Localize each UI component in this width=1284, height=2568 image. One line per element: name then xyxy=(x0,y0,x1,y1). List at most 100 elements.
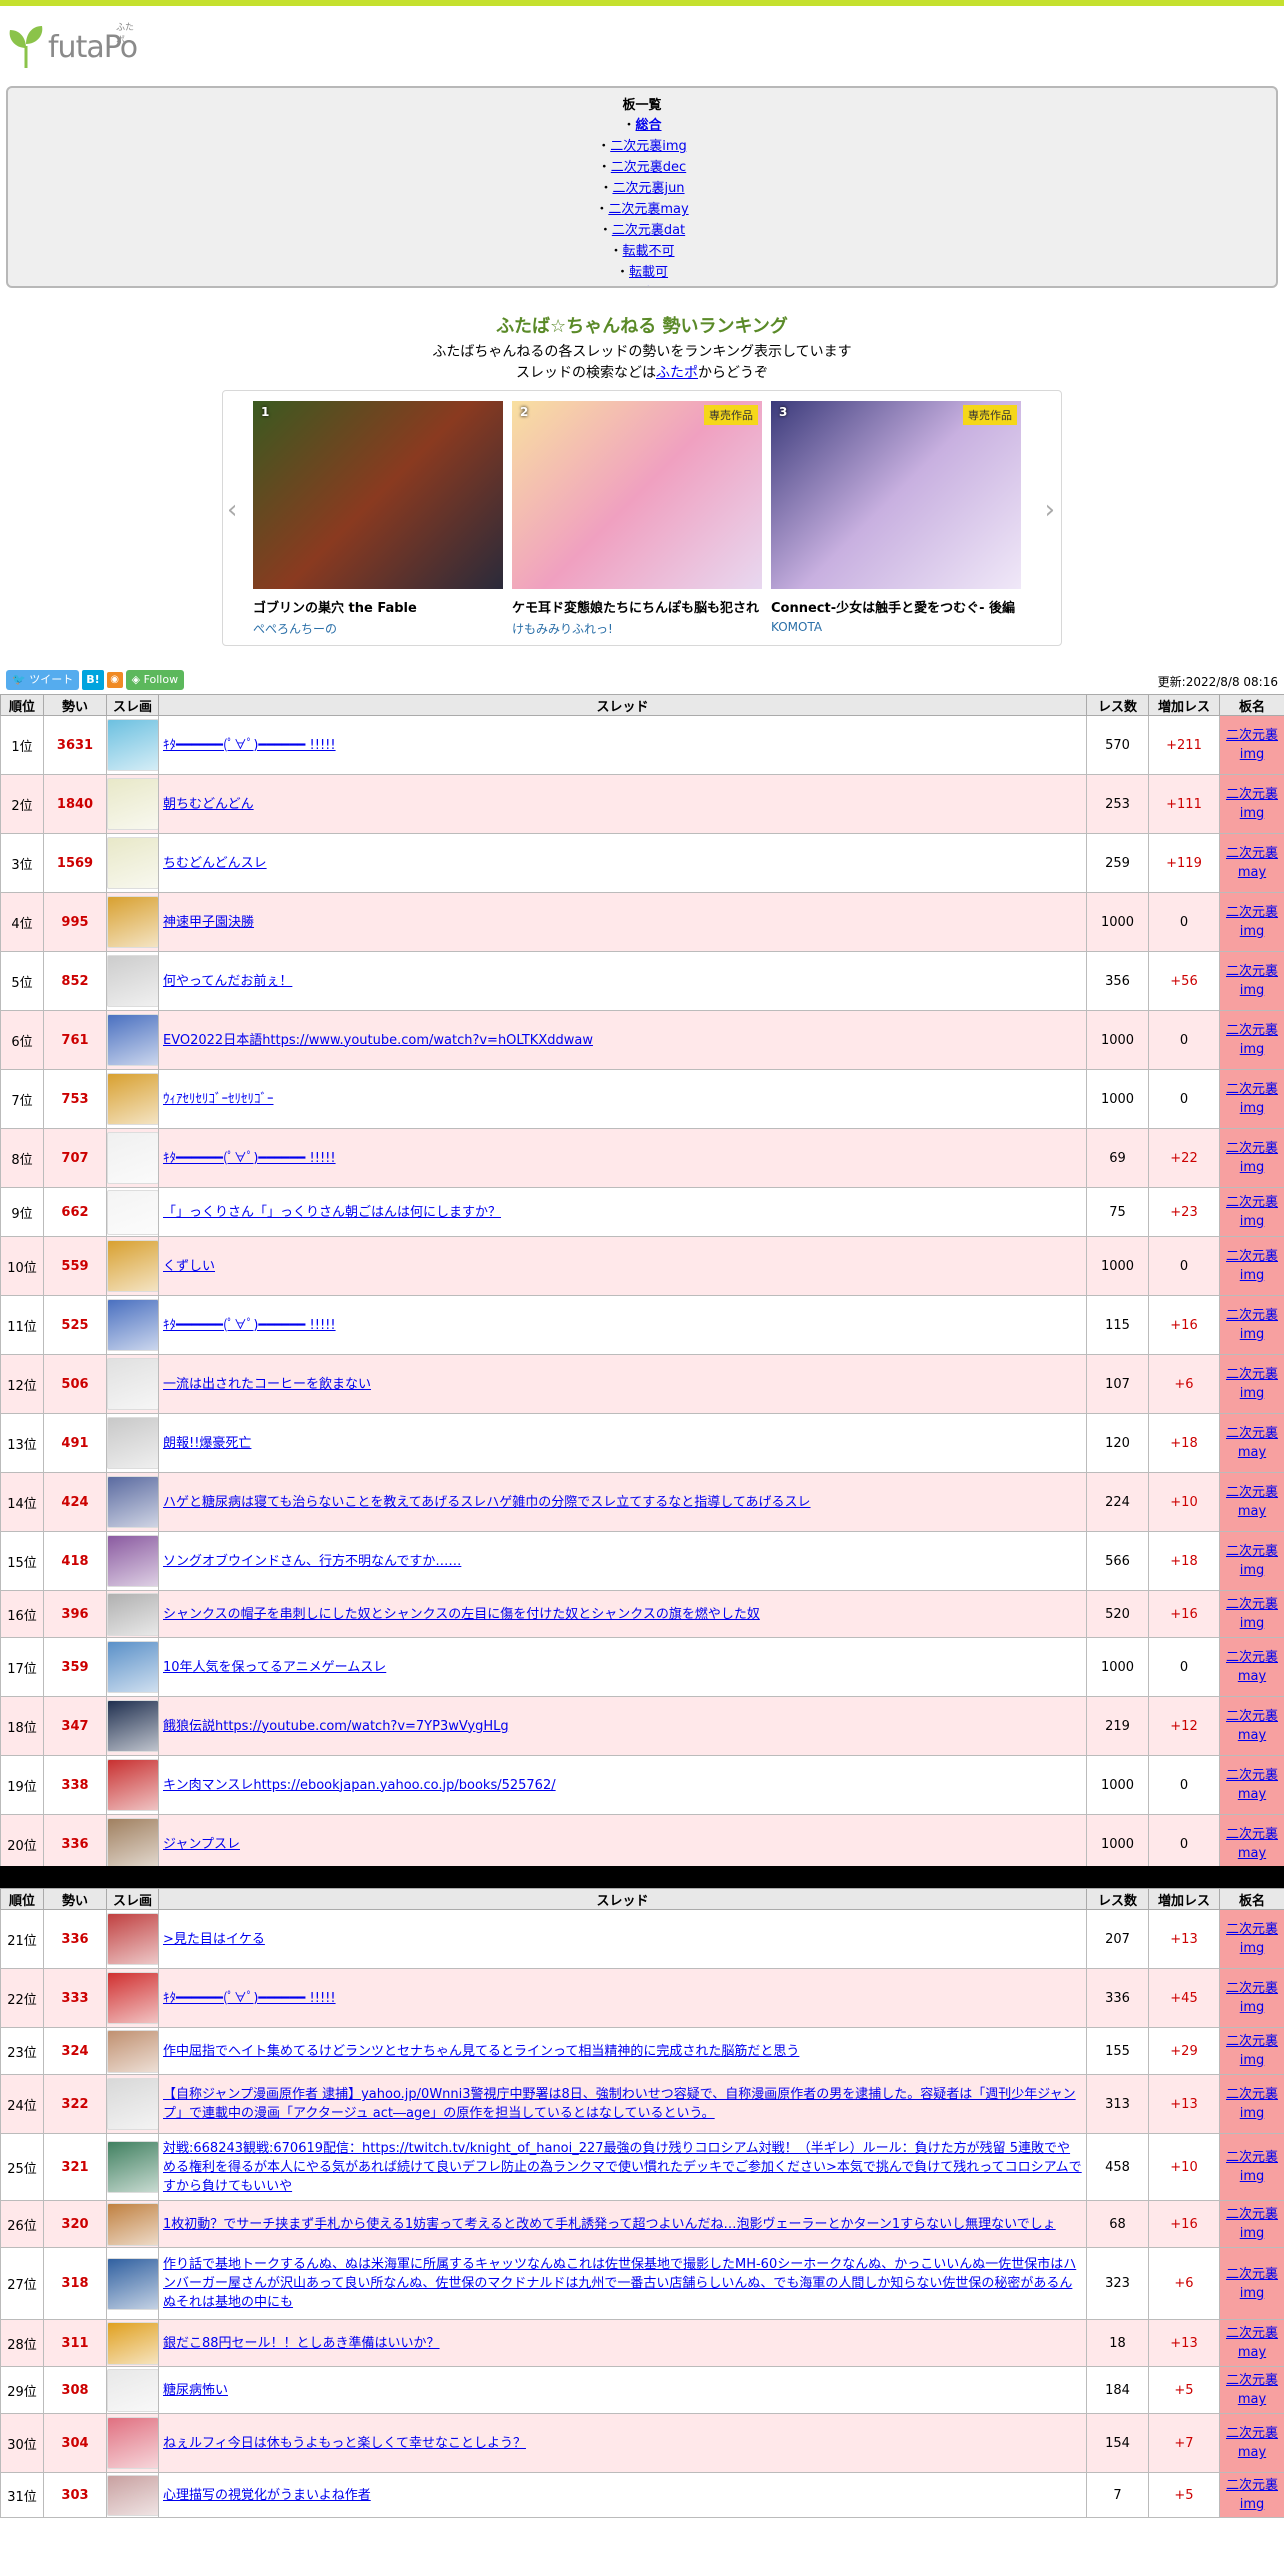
thread-thumbnail[interactable] xyxy=(107,1972,159,2024)
carousel-next-arrow[interactable]: › xyxy=(1045,495,1055,525)
thread-thumbnail[interactable] xyxy=(107,2417,159,2469)
feedly-follow-button[interactable]: ◈ Follow xyxy=(125,670,185,690)
product-card[interactable]: 2 専売作品 ケモ耳ド変態娘たちにちんぽも脳も犯され けもみみりふれっ! xyxy=(512,401,762,637)
thread-thumbnail[interactable] xyxy=(107,1700,159,1752)
thread-thumbnail[interactable] xyxy=(107,2029,159,2073)
carousel-prev-arrow[interactable]: ‹ xyxy=(227,495,237,525)
board-name-link[interactable]: 二次元裏may xyxy=(1226,1485,1278,1519)
board-name-link[interactable]: 二次元裏img xyxy=(1226,905,1278,939)
board-name-link[interactable]: 二次元裏img xyxy=(1226,1023,1278,1057)
thread-thumbnail[interactable] xyxy=(107,1913,159,1965)
board-name-link[interactable]: 二次元裏may xyxy=(1226,2326,1278,2360)
thread-thumbnail[interactable] xyxy=(107,1073,159,1125)
thread-link[interactable]: ｷﾀ━━━━━━(ﾟ∀ﾟ)━━━━━━ !!!!! xyxy=(163,1318,336,1333)
board-name-link[interactable]: 二次元裏img xyxy=(1226,1544,1278,1578)
board-link[interactable]: 総合 xyxy=(636,118,662,133)
board-name-link[interactable]: 二次元裏may xyxy=(1226,2373,1278,2407)
thread-thumbnail[interactable] xyxy=(107,1592,159,1636)
thread-thumbnail[interactable] xyxy=(107,1189,159,1235)
thread-link[interactable]: ねぇルフィ今日は休もうよもっと楽しくて幸せなことしよう？ xyxy=(163,2436,526,2451)
thread-thumbnail[interactable] xyxy=(107,896,159,948)
board-name-link[interactable]: 二次元裏img xyxy=(1226,2150,1278,2184)
thread-thumbnail[interactable] xyxy=(107,1641,159,1693)
thread-link[interactable]: 一流は出されたコーヒーを飲まない xyxy=(163,1377,371,1392)
board-name-link[interactable]: 二次元裏may xyxy=(1226,1827,1278,1861)
thread-link[interactable]: 朗報!!爆豪死亡 xyxy=(163,1436,251,1451)
thread-link[interactable]: 1枚初動？でサーチ挟まず手札から使える1妨害って考えると改めて手札誘発って超つよ… xyxy=(163,2217,1056,2232)
thread-link[interactable]: くずしい xyxy=(163,1259,215,1274)
thread-link[interactable]: ソングオブウインドさん、行方不明なんですか…… xyxy=(163,1554,461,1569)
thread-link[interactable]: EVO2022日本語https://www.youtube.com/watch?… xyxy=(163,1033,593,1048)
board-name-link[interactable]: 二次元裏may xyxy=(1226,1709,1278,1743)
board-name-link[interactable]: 二次元裏img xyxy=(1226,1367,1278,1401)
board-link[interactable]: 二次元裏jun xyxy=(612,181,684,196)
board-name-link[interactable]: 二次元裏img xyxy=(1226,2034,1278,2068)
site-logo[interactable]: futaPo ふたポ xyxy=(6,23,138,68)
thread-link[interactable]: 糖尿病怖い xyxy=(163,2383,228,2398)
board-name-link[interactable]: 二次元裏img xyxy=(1226,2087,1278,2121)
board-link[interactable]: 転載可 xyxy=(629,265,668,280)
board-name-link[interactable]: 二次元裏img xyxy=(1226,2207,1278,2241)
thread-link[interactable]: 作り話で基地トークするんぬ、ぬは米海軍に所属するキャッツなんぬこれは佐世保基地で… xyxy=(163,2257,1076,2310)
board-name-link[interactable]: 二次元裏may xyxy=(1226,2426,1278,2460)
hatena-bookmark-button[interactable]: B! xyxy=(82,670,104,690)
thread-link[interactable]: 10年人気を保ってるアニメゲームスレ xyxy=(163,1660,386,1675)
board-name-link[interactable]: 二次元裏img xyxy=(1226,728,1278,762)
thread-thumbnail[interactable] xyxy=(107,2141,159,2193)
board-name-link[interactable]: 二次元裏img xyxy=(1226,1597,1278,1631)
thread-thumbnail[interactable] xyxy=(107,2321,159,2365)
board-name-link[interactable]: 二次元裏img xyxy=(1226,1308,1278,1342)
board-name-link[interactable]: 二次元裏img xyxy=(1226,1981,1278,2015)
product-title[interactable]: ゴブリンの巣穴 the Fable xyxy=(253,597,503,616)
thread-thumbnail[interactable] xyxy=(107,1299,159,1351)
thread-link[interactable]: 【自称ジャンプ漫画原作者 逮捕】yahoo.jp/0Wnni3警視庁中野署は8日… xyxy=(163,2087,1076,2121)
thread-thumbnail[interactable] xyxy=(107,837,159,889)
thread-link[interactable]: 心理描写の視覚化がうまいよね作者 xyxy=(163,2488,371,2503)
thread-link[interactable]: 作中屈指でヘイト集めてるけどランツとセナちゃん見てるとラインって相当精神的に完成… xyxy=(163,2044,799,2059)
thread-thumbnail[interactable] xyxy=(107,1417,159,1469)
thread-link[interactable]: ｳｨｱｾﾘｾﾘｺﾞｰｾﾘｾﾘｺﾞｰ xyxy=(163,1092,274,1107)
thread-link[interactable]: ｷﾀ━━━━━━(ﾟ∀ﾟ)━━━━━━ !!!!! xyxy=(163,1991,336,2006)
thread-link[interactable]: ｷﾀ━━━━━━(ﾟ∀ﾟ)━━━━━━ !!!!! xyxy=(163,1151,336,1166)
thread-thumbnail[interactable] xyxy=(107,2368,159,2412)
product-card[interactable]: 1 ゴブリンの巣穴 the Fable ぺぺろんちーの xyxy=(253,401,503,637)
thread-thumbnail[interactable] xyxy=(107,1240,159,1292)
thread-link[interactable]: 何やってんだお前ぇ！ xyxy=(163,974,292,989)
board-name-link[interactable]: 二次元裏img xyxy=(1226,964,1278,998)
thread-link[interactable]: 餓狼伝説https://youtube.com/watch?v=7YP3wVyg… xyxy=(163,1719,509,1734)
thread-link[interactable]: キン肉マンスレhttps://ebookjapan.yahoo.co.jp/bo… xyxy=(163,1778,556,1793)
thread-thumbnail[interactable] xyxy=(107,778,159,830)
board-name-link[interactable]: 二次元裏img xyxy=(1226,1082,1278,1116)
product-circle[interactable]: けもみみりふれっ! xyxy=(512,620,762,637)
board-name-link[interactable]: 二次元裏img xyxy=(1226,787,1278,821)
thread-link[interactable]: シャンクスの帽子を串刺しにした奴とシャンクスの左目に傷を付けた奴とシャンクスの旗… xyxy=(163,1607,760,1622)
board-name-link[interactable]: 二次元裏may xyxy=(1226,1650,1278,1684)
board-link[interactable]: 二次元裏may xyxy=(608,202,688,217)
thread-thumbnail[interactable] xyxy=(107,1476,159,1528)
board-name-link[interactable]: 二次元裏img xyxy=(1226,2267,1278,2301)
board-link[interactable]: 転載不可 xyxy=(623,244,675,259)
thread-thumbnail[interactable] xyxy=(107,2202,159,2246)
thread-link[interactable]: 対戦:668243観戦:670619配信：https://twitch.tv/k… xyxy=(163,2141,1082,2194)
product-circle[interactable]: ぺぺろんちーの xyxy=(253,620,503,637)
thread-thumbnail[interactable] xyxy=(107,2474,159,2516)
thread-link[interactable]: 朝ちむどんどん xyxy=(163,797,254,812)
product-image[interactable]: 3 専売作品 xyxy=(771,401,1021,589)
thread-thumbnail[interactable] xyxy=(107,1759,159,1811)
board-link[interactable]: 二次元裏dat xyxy=(612,223,685,238)
thread-thumbnail[interactable] xyxy=(107,1535,159,1587)
thread-thumbnail[interactable] xyxy=(107,1818,159,1870)
board-name-link[interactable]: 二次元裏may xyxy=(1226,1426,1278,1460)
rss-icon[interactable]: ◉ xyxy=(106,672,123,688)
thread-thumbnail[interactable] xyxy=(107,1132,159,1184)
board-name-link[interactable]: 二次元裏img xyxy=(1226,2478,1278,2512)
thread-link[interactable]: 神速甲子園決勝 xyxy=(163,915,254,930)
thread-thumbnail[interactable] xyxy=(107,2257,159,2310)
thread-link[interactable]: 「」っくりさん「」っくりさん朝ごはんは何にしますか？ xyxy=(163,1205,501,1220)
product-image[interactable]: 2 専売作品 xyxy=(512,401,762,589)
futapo-link[interactable]: ふたポ xyxy=(656,365,698,381)
thread-thumbnail[interactable] xyxy=(107,955,159,1007)
product-title[interactable]: Connect-少女は触手と愛をつむぐ- 後編 xyxy=(771,597,1021,616)
board-name-link[interactable]: 二次元裏img xyxy=(1226,1195,1278,1229)
thread-link[interactable]: 銀だこ88円セール！！としあき準備はいいか？ xyxy=(163,2336,440,2351)
